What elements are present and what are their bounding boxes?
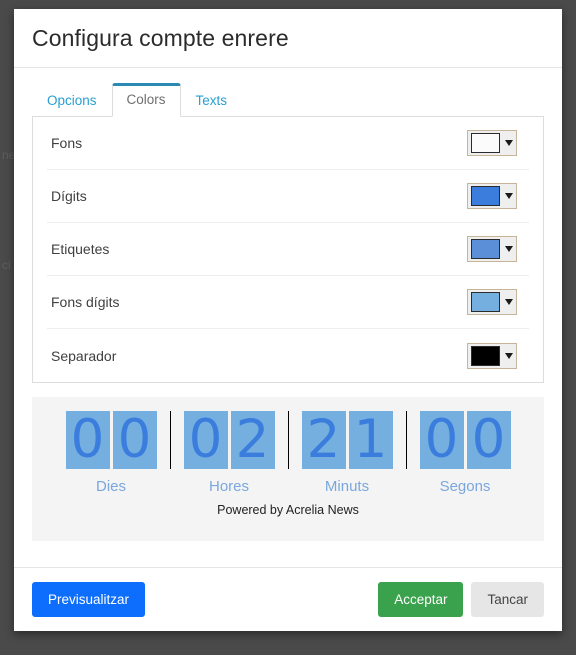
chevron-down-icon[interactable] xyxy=(505,299,513,305)
tab-texts[interactable]: Texts xyxy=(181,84,243,117)
color-row-label: Dígits xyxy=(51,188,87,204)
countdown-digits: 00 xyxy=(65,411,157,469)
countdown-unit-label: Segons xyxy=(439,478,491,495)
dialog-body: Opcions Colors Texts Fons Dígits Etiquetes Fo… xyxy=(14,68,562,541)
countdown-digit: 0 xyxy=(65,411,110,469)
color-picker-1[interactable] xyxy=(467,183,517,209)
backdrop-text-line: ci xyxy=(2,258,11,272)
color-picker-4[interactable] xyxy=(467,342,517,369)
chevron-down-icon[interactable] xyxy=(505,352,513,359)
color-row: Fons xyxy=(47,117,529,170)
tab-colors[interactable]: Colors xyxy=(111,83,181,117)
color-swatch[interactable] xyxy=(471,292,500,312)
countdown-digit: 2 xyxy=(301,411,346,469)
color-row-label: Etiquetes xyxy=(51,241,110,257)
countdown-timer: 0 0 Dies 0 2 Hores 2 1 Minuts 0 0 Segons xyxy=(32,411,544,495)
countdown-unit-label: Hores xyxy=(208,478,249,495)
color-picker-0[interactable] xyxy=(467,130,517,156)
countdown-unit: 0 0 Segons xyxy=(407,411,524,495)
countdown-unit: 0 0 Dies xyxy=(53,411,170,495)
chevron-down-icon[interactable] xyxy=(505,193,513,199)
accept-button[interactable]: Acceptar xyxy=(378,582,464,617)
countdown-digit: 1 xyxy=(348,411,393,469)
countdown-digit: 0 xyxy=(112,411,157,469)
chevron-down-icon[interactable] xyxy=(505,246,513,252)
color-picker-2[interactable] xyxy=(467,236,517,262)
countdown-settings-dialog: Configura compte enrere Opcions Colors Tex… xyxy=(14,9,562,631)
powered-by-label: Powered by Acrelia News xyxy=(217,503,359,517)
color-row-label: Fons xyxy=(51,135,83,151)
color-row: Dígits xyxy=(47,170,529,223)
countdown-preview: 0 0 Dies 0 2 Hores 2 1 Minuts 0 0 Segons Powered by… xyxy=(32,397,544,541)
dialog-header: Configura compte enrere xyxy=(14,9,562,68)
color-swatch[interactable] xyxy=(471,186,500,206)
color-row: Separador xyxy=(47,329,529,382)
countdown-digits: 21 xyxy=(301,411,393,469)
countdown-digit: 2 xyxy=(230,411,275,469)
countdown-digits: 00 xyxy=(419,411,511,469)
footer-actions: Acceptar Tancar xyxy=(378,582,544,617)
color-picker-3[interactable] xyxy=(467,289,517,315)
color-row-label: Separador xyxy=(51,347,117,364)
chevron-down-icon[interactable] xyxy=(505,140,513,146)
color-swatch[interactable] xyxy=(471,133,500,153)
dialog-footer: Previsualitzar Acceptar Tancar xyxy=(14,567,562,631)
color-row-label: Fons dígits xyxy=(51,294,120,310)
tab-opcions[interactable]: Opcions xyxy=(32,84,112,117)
countdown-unit: 0 2 Hores xyxy=(171,411,288,495)
countdown-unit-label: Dies xyxy=(95,478,126,495)
countdown-digit: 0 xyxy=(419,411,464,469)
color-swatch[interactable] xyxy=(471,345,500,366)
colors-panel: Fons Dígits Etiquetes Fons dígits Separador xyxy=(32,117,544,383)
countdown-digits: 02 xyxy=(183,411,275,469)
countdown-digit: 0 xyxy=(466,411,511,469)
dialog-title: Configura compte enrere xyxy=(32,24,289,51)
countdown-unit: 2 1 Minuts xyxy=(289,411,406,495)
close-button[interactable]: Tancar xyxy=(471,582,544,617)
color-row: Etiquetes xyxy=(47,223,529,276)
color-row: Fons dígits xyxy=(47,276,529,329)
countdown-unit-label: Minuts xyxy=(324,478,370,495)
countdown-digit: 0 xyxy=(183,411,228,469)
preview-button[interactable]: Previsualitzar xyxy=(32,582,146,617)
color-swatch[interactable] xyxy=(471,239,500,259)
tab-bar: Opcions Colors Texts xyxy=(32,83,544,117)
